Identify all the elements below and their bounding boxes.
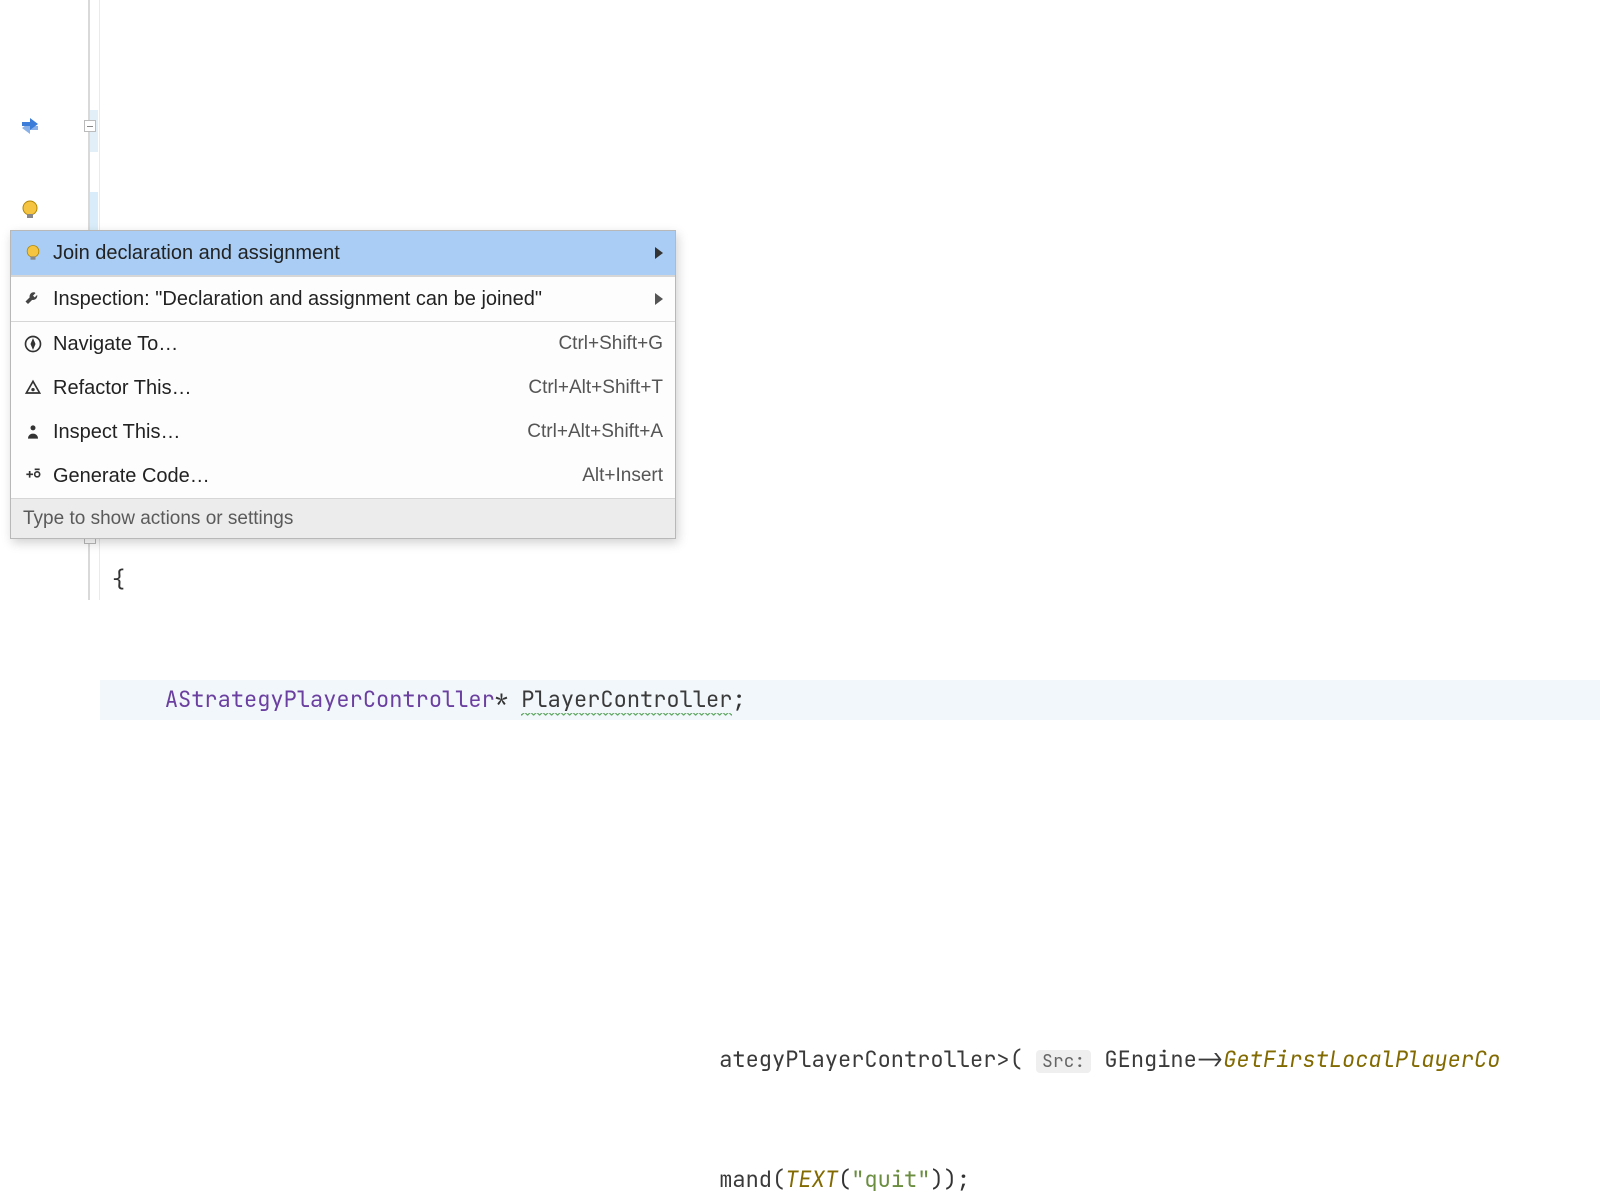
gutter-caret-marker: [90, 192, 98, 232]
code-line-partial: ategyPlayerController>( Src: GEngine->Ge…: [100, 1040, 1600, 1080]
popup-item-generate-code[interactable]: Generate Code… Alt+Insert: [11, 454, 675, 498]
bulb-icon: [19, 243, 47, 263]
refactor-icon: [19, 378, 47, 398]
wrench-icon: [19, 289, 47, 309]
popup-item-join-declaration[interactable]: Join declaration and assignment: [11, 231, 675, 275]
popup-item-shortcut: Ctrl+Alt+Shift+T: [528, 377, 663, 399]
code-area[interactable]: // Eixt the game void AStrategyGameMode:…: [100, 0, 1600, 1200]
popup-item-label: Navigate To…: [47, 333, 558, 356]
code-line-partial: mand(TEXT("quit"));: [100, 1160, 1600, 1200]
parameter-hint: Src:: [1036, 1050, 1091, 1073]
generate-icon: [19, 466, 47, 486]
popup-footer-hint: Type to show actions or settings: [11, 498, 675, 538]
override-icon[interactable]: [18, 114, 42, 138]
popup-item-label: Join declaration and assignment: [47, 242, 645, 265]
fold-toggle-icon[interactable]: [84, 120, 96, 132]
popup-item-refactor-this[interactable]: Refactor This… Ctrl+Alt+Shift+T: [11, 366, 675, 410]
code-line: [100, 80, 1600, 120]
popup-item-shortcut: Ctrl+Shift+G: [558, 333, 663, 355]
popup-item-label: Generate Code…: [47, 465, 582, 488]
popup-item-shortcut: Ctrl+Alt+Shift+A: [527, 421, 663, 443]
submenu-arrow-icon: [655, 293, 663, 305]
popup-item-inspect-this[interactable]: Inspect This… Ctrl+Alt+Shift+A: [11, 410, 675, 454]
popup-item-label: Inspect This…: [47, 421, 527, 444]
popup-item-label: Refactor This…: [47, 377, 528, 400]
bulb-icon[interactable]: [18, 198, 42, 222]
code-line: [100, 920, 1600, 960]
code-line: {: [100, 560, 1600, 600]
popup-item-inspection[interactable]: Inspection: "Declaration and assignment …: [11, 277, 675, 321]
submenu-arrow-icon: [655, 247, 663, 259]
compass-icon: [19, 334, 47, 354]
popup-item-shortcut: Alt+Insert: [582, 465, 663, 487]
popup-item-navigate-to[interactable]: Navigate To… Ctrl+Shift+G: [11, 322, 675, 366]
intention-actions-popup[interactable]: Join declaration and assignment Inspecti…: [10, 230, 676, 539]
code-line: [100, 800, 1600, 840]
popup-item-label: Inspection: "Declaration and assignment …: [47, 288, 645, 311]
code-line-declaration: AStrategyPlayerController* PlayerControl…: [100, 680, 1600, 720]
inspect-icon: [19, 422, 47, 442]
